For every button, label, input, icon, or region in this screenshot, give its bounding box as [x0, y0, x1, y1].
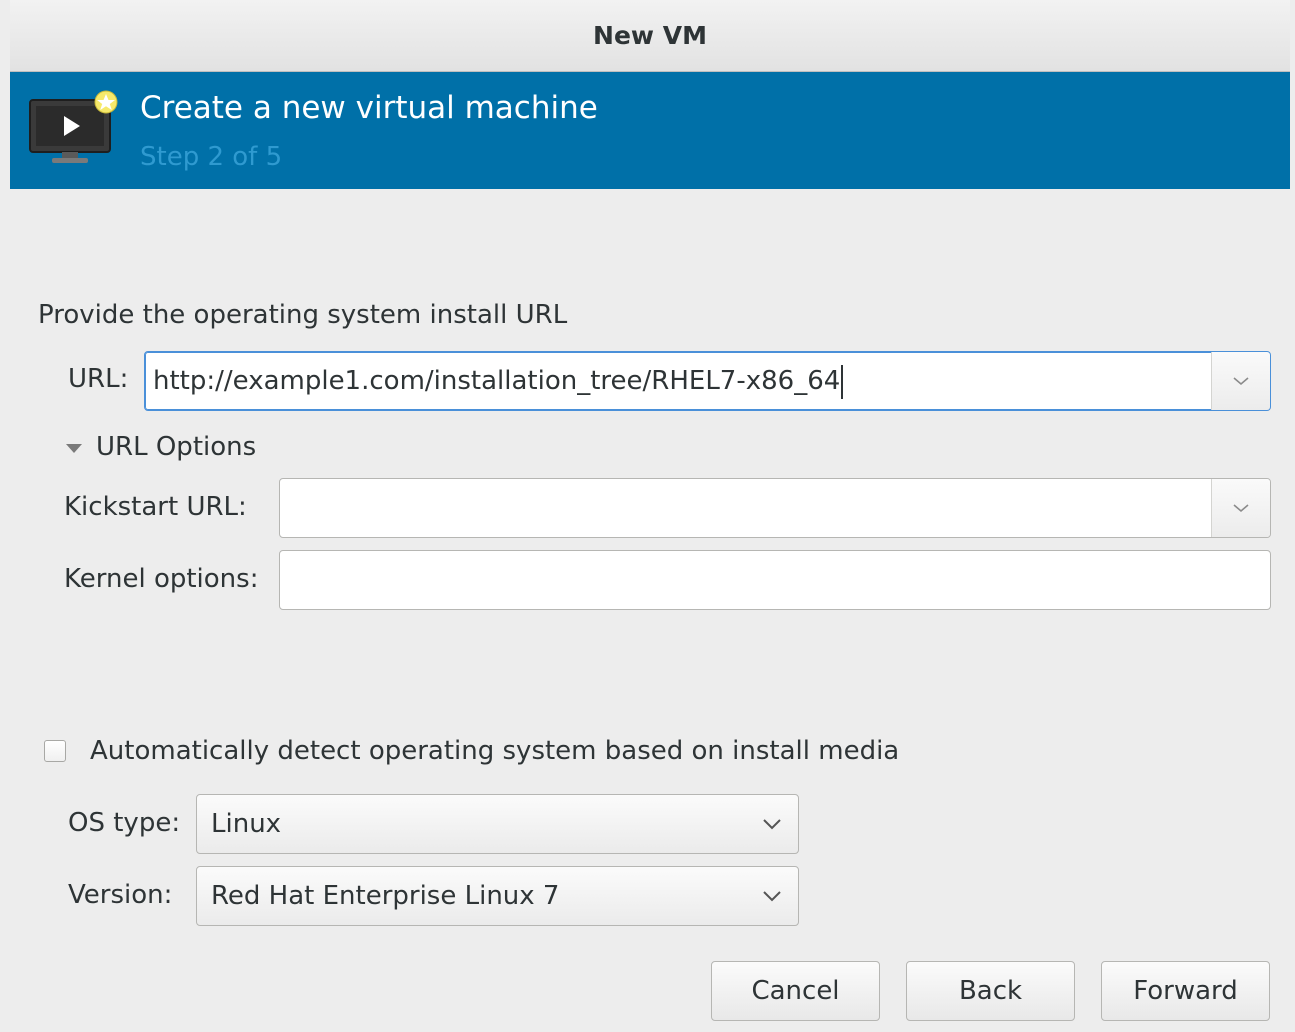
window-title: New VM: [593, 21, 707, 50]
auto-detect-os-checkbox[interactable]: [44, 740, 66, 762]
version-label: Version:: [68, 880, 173, 910]
version-value: Red Hat Enterprise Linux 7: [211, 881, 560, 911]
url-options-label: URL Options: [96, 432, 257, 462]
new-vm-dialog: New VM Create a new virtual machine Step…: [0, 0, 1295, 1032]
url-dropdown-button[interactable]: [1211, 352, 1270, 410]
window-titlebar[interactable]: New VM: [10, 0, 1290, 72]
cancel-button[interactable]: Cancel: [711, 961, 880, 1021]
kernel-options-input[interactable]: [279, 550, 1271, 610]
os-type-select[interactable]: Linux: [196, 794, 799, 854]
install-url-heading: Provide the operating system install URL: [38, 300, 568, 330]
chevron-down-icon: [1233, 504, 1249, 513]
kernel-options-label: Kernel options:: [64, 564, 259, 594]
chevron-down-icon: [763, 891, 781, 902]
url-options-expander[interactable]: URL Options: [66, 432, 256, 462]
auto-detect-os-label: Automatically detect operating system ba…: [90, 736, 900, 766]
forward-button[interactable]: Forward: [1101, 961, 1270, 1021]
expander-arrow-icon: [66, 443, 82, 453]
url-input[interactable]: http://example1.com/installation_tree/RH…: [145, 352, 1211, 410]
os-type-label: OS type:: [68, 808, 181, 838]
auto-detect-os-row[interactable]: Automatically detect operating system ba…: [44, 736, 899, 766]
back-button[interactable]: Back: [906, 961, 1075, 1021]
kickstart-dropdown-button[interactable]: [1211, 479, 1270, 537]
os-type-value: Linux: [211, 809, 282, 839]
url-combo[interactable]: http://example1.com/installation_tree/RH…: [144, 351, 1271, 411]
text-cursor: [841, 364, 844, 399]
chevron-down-icon: [1233, 377, 1249, 386]
kickstart-url-combo[interactable]: [279, 478, 1271, 538]
url-label: URL:: [68, 364, 129, 394]
kickstart-url-input[interactable]: [280, 479, 1211, 537]
chevron-down-icon: [763, 819, 781, 830]
version-select[interactable]: Red Hat Enterprise Linux 7: [196, 866, 799, 926]
wizard-header: Create a new virtual machine Step 2 of 5: [10, 72, 1290, 189]
wizard-step: Step 2 of 5: [140, 142, 283, 172]
kickstart-url-label: Kickstart URL:: [64, 492, 247, 522]
monitor-play-icon: [29, 90, 118, 163]
wizard-title: Create a new virtual machine: [140, 90, 598, 126]
